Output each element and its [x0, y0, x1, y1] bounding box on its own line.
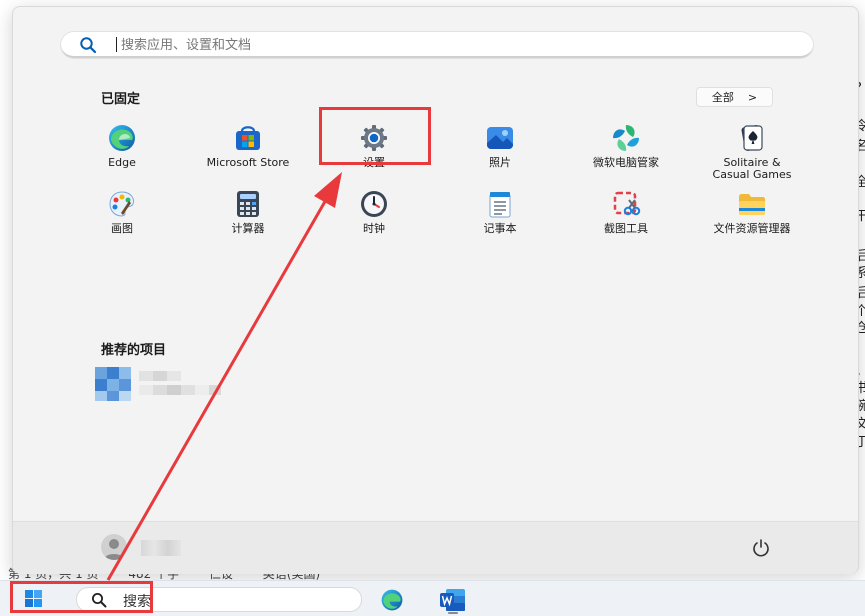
pinned-section-title: 已固定 — [101, 92, 141, 107]
pinned-app-microsoft-store[interactable]: Microsoft Store — [189, 123, 307, 169]
pinned-app-calculator[interactable]: 计算器 — [189, 189, 307, 235]
clock-icon — [359, 189, 389, 219]
recommended-section-title: 推荐的项目 — [101, 343, 167, 358]
start-button-highlight-box — [10, 581, 153, 613]
pinned-app-notepad[interactable]: 记事本 — [441, 189, 559, 235]
pc-manager-icon — [611, 123, 641, 153]
pinned-app-pc-manager[interactable]: 微软电脑管家 — [567, 123, 685, 169]
taskbar-edge-button[interactable] — [380, 588, 404, 616]
pinned-app-snipping-tool[interactable]: 截图工具 — [567, 189, 685, 235]
chevron-right-icon: > — [747, 90, 758, 104]
app-label: 记事本 — [483, 222, 517, 235]
paint-icon — [107, 189, 137, 219]
user-name-redacted[interactable] — [141, 540, 181, 556]
app-label: Edge — [108, 156, 136, 169]
edge-icon — [107, 123, 137, 153]
store-icon — [233, 123, 263, 153]
photos-icon — [485, 123, 515, 153]
app-label: Microsoft Store — [206, 156, 290, 169]
file-explorer-icon — [737, 189, 767, 219]
power-icon[interactable] — [751, 538, 771, 562]
app-label-line2: Casual Games — [712, 168, 792, 181]
pinned-app-clock[interactable]: 时钟 — [315, 189, 433, 235]
start-menu: 已固定 全部 > Edge Microsoft Store — [12, 6, 859, 574]
user-avatar[interactable] — [101, 534, 127, 560]
pinned-app-photos[interactable]: 照片 — [441, 123, 559, 169]
pinned-app-paint[interactable]: 画图 — [63, 189, 181, 235]
app-label: 截图工具 — [604, 222, 648, 235]
word-icon — [440, 589, 465, 611]
app-label: 画图 — [111, 222, 133, 235]
settings-highlight-box — [319, 107, 431, 165]
taskbar-word-button[interactable] — [440, 588, 466, 616]
recommended-item-redacted[interactable] — [95, 367, 225, 401]
app-label: 微软电脑管家 — [593, 156, 659, 169]
running-indicator — [448, 612, 458, 614]
all-apps-button[interactable]: 全部 > — [696, 87, 773, 107]
start-search-input[interactable] — [119, 34, 723, 56]
start-search-box[interactable] — [61, 32, 813, 58]
notepad-icon — [485, 189, 515, 219]
app-label: 文件资源管理器 — [713, 222, 791, 235]
edge-icon — [381, 589, 403, 611]
snipping-tool-icon — [611, 189, 641, 219]
calculator-icon — [233, 189, 263, 219]
pinned-app-file-explorer[interactable]: 文件资源管理器 — [693, 189, 811, 235]
app-label: 计算器 — [231, 222, 265, 235]
pinned-app-solitaire[interactable]: Solitaire & Casual Games — [693, 123, 811, 181]
pinned-app-edge[interactable]: Edge — [63, 123, 181, 169]
app-label: 照片 — [489, 156, 511, 169]
search-icon — [79, 36, 97, 58]
text-cursor — [116, 37, 117, 52]
app-label: 时钟 — [363, 222, 385, 235]
all-apps-label: 全部 — [711, 91, 734, 104]
start-menu-footer — [13, 521, 858, 574]
solitaire-icon — [737, 123, 767, 153]
